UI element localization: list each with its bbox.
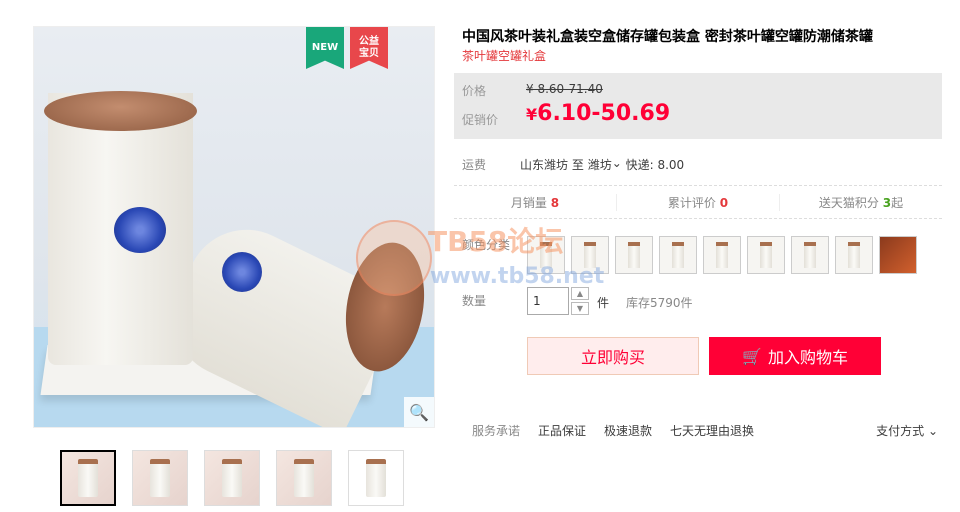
shipping-from: 山东潍坊 — [520, 158, 569, 172]
stats-bar: 月销量 8 累计评价 0 送天猫积分 3起 — [454, 185, 942, 219]
add-to-cart-label: 加入购物车 — [767, 348, 848, 367]
monthly-sales-label: 月销量 — [510, 195, 547, 210]
service-item[interactable]: 极速退款 — [604, 422, 652, 439]
charity-badge: 公益 宝贝 — [350, 27, 388, 69]
color-swatch[interactable] — [703, 236, 741, 274]
shipping-to-word: 至 — [571, 158, 584, 172]
new-badge: NEW — [306, 27, 344, 69]
quantity-decrease-icon[interactable]: ▼ — [571, 302, 589, 315]
product-subtitle[interactable]: 茶叶罐空罐礼盒 — [462, 47, 546, 64]
shipping-destination[interactable]: 潍坊 — [588, 156, 612, 173]
points-suffix: 起 — [891, 195, 904, 210]
color-swatch[interactable] — [879, 236, 917, 274]
currency-symbol: ¥ — [526, 105, 538, 124]
quantity-label: 数量 — [462, 294, 487, 308]
color-swatch[interactable] — [835, 236, 873, 274]
thumbnail-strip — [60, 450, 404, 506]
promo-price-label: 促销价 — [462, 113, 499, 127]
thumbnail[interactable] — [60, 450, 116, 506]
quantity-increase-icon[interactable]: ▲ — [571, 287, 589, 300]
color-swatch[interactable] — [659, 236, 697, 274]
quantity-input[interactable] — [527, 287, 569, 315]
thumbnail[interactable] — [204, 450, 260, 506]
color-swatch[interactable] — [747, 236, 785, 274]
points: 送天猫积分 3起 — [780, 194, 942, 211]
reviews-label: 累计评价 — [667, 195, 716, 210]
buy-now-button[interactable]: 立即购买 — [527, 337, 699, 375]
monthly-sales: 月销量 8 — [454, 193, 617, 211]
thumbnail[interactable] — [348, 450, 404, 506]
promo-price: ¥6.10-50.69 — [526, 101, 670, 126]
service-item[interactable]: 正品保证 — [538, 422, 586, 439]
image-can-lid-standing — [44, 91, 197, 131]
monthly-sales-value: 8 — [550, 195, 560, 210]
main-product-image[interactable]: NEW 公益 宝贝 🔍 — [33, 26, 435, 428]
promo-price-value: 6.10-50.69 — [537, 101, 671, 126]
color-swatch[interactable] — [615, 236, 653, 274]
quantity-unit: 件 — [597, 296, 610, 310]
lotus-flower-illustration — [222, 252, 262, 292]
reviews-value: 0 — [719, 195, 729, 210]
cart-icon: 🛒 — [742, 346, 762, 366]
add-to-cart-button[interactable]: 🛒 加入购物车 — [709, 337, 881, 375]
payment-label: 支付方式 — [876, 424, 925, 438]
color-swatch[interactable] — [571, 236, 609, 274]
points-value: 3 — [882, 195, 892, 210]
service-label: 服务承诺 — [472, 424, 521, 438]
product-title: 中国风茶叶装礼盒装空盒储存罐包装盒 密封茶叶罐空罐防潮储茶罐 — [462, 29, 873, 45]
payment-methods[interactable]: 支付方式 ⌄ — [876, 422, 938, 439]
color-swatch[interactable] — [527, 236, 565, 274]
lotus-flower-illustration — [114, 207, 166, 253]
chevron-down-icon[interactable]: ⌄ — [612, 156, 622, 173]
shipping-row: 运费 山东潍坊 至 潍坊 ⌄ 快递: 8.00 — [462, 156, 684, 173]
stock-count: 库存5790件 — [626, 296, 693, 310]
original-price: ¥ 8.60-71.40 — [526, 82, 603, 96]
shipping-label: 运费 — [462, 158, 487, 172]
reviews[interactable]: 累计评价 0 — [617, 193, 780, 211]
service-promises: 服务承诺 正品保证 极速退款 七天无理由退换 — [472, 422, 754, 439]
thumbnail[interactable] — [276, 450, 332, 506]
color-swatch[interactable] — [791, 236, 829, 274]
points-label: 送天猫积分 — [818, 195, 879, 210]
price-label: 价格 — [462, 84, 487, 98]
magnifier-icon[interactable]: 🔍 — [404, 397, 434, 427]
price-box: 价格 ¥ 8.60-71.40 促销价 ¥6.10-50.69 — [454, 73, 942, 139]
color-option-label: 颜色分类 — [462, 238, 511, 252]
shipping-method: 快递: 8.00 — [625, 158, 685, 172]
chevron-down-icon: ⌄ — [927, 424, 938, 438]
thumbnail[interactable] — [132, 450, 188, 506]
service-item[interactable]: 七天无理由退换 — [670, 422, 754, 439]
product-page: NEW 公益 宝贝 🔍 中国风茶叶装礼盒装空盒储存罐包装盒 密封茶叶罐空罐防潮储… — [0, 0, 960, 512]
color-swatches — [527, 236, 917, 274]
